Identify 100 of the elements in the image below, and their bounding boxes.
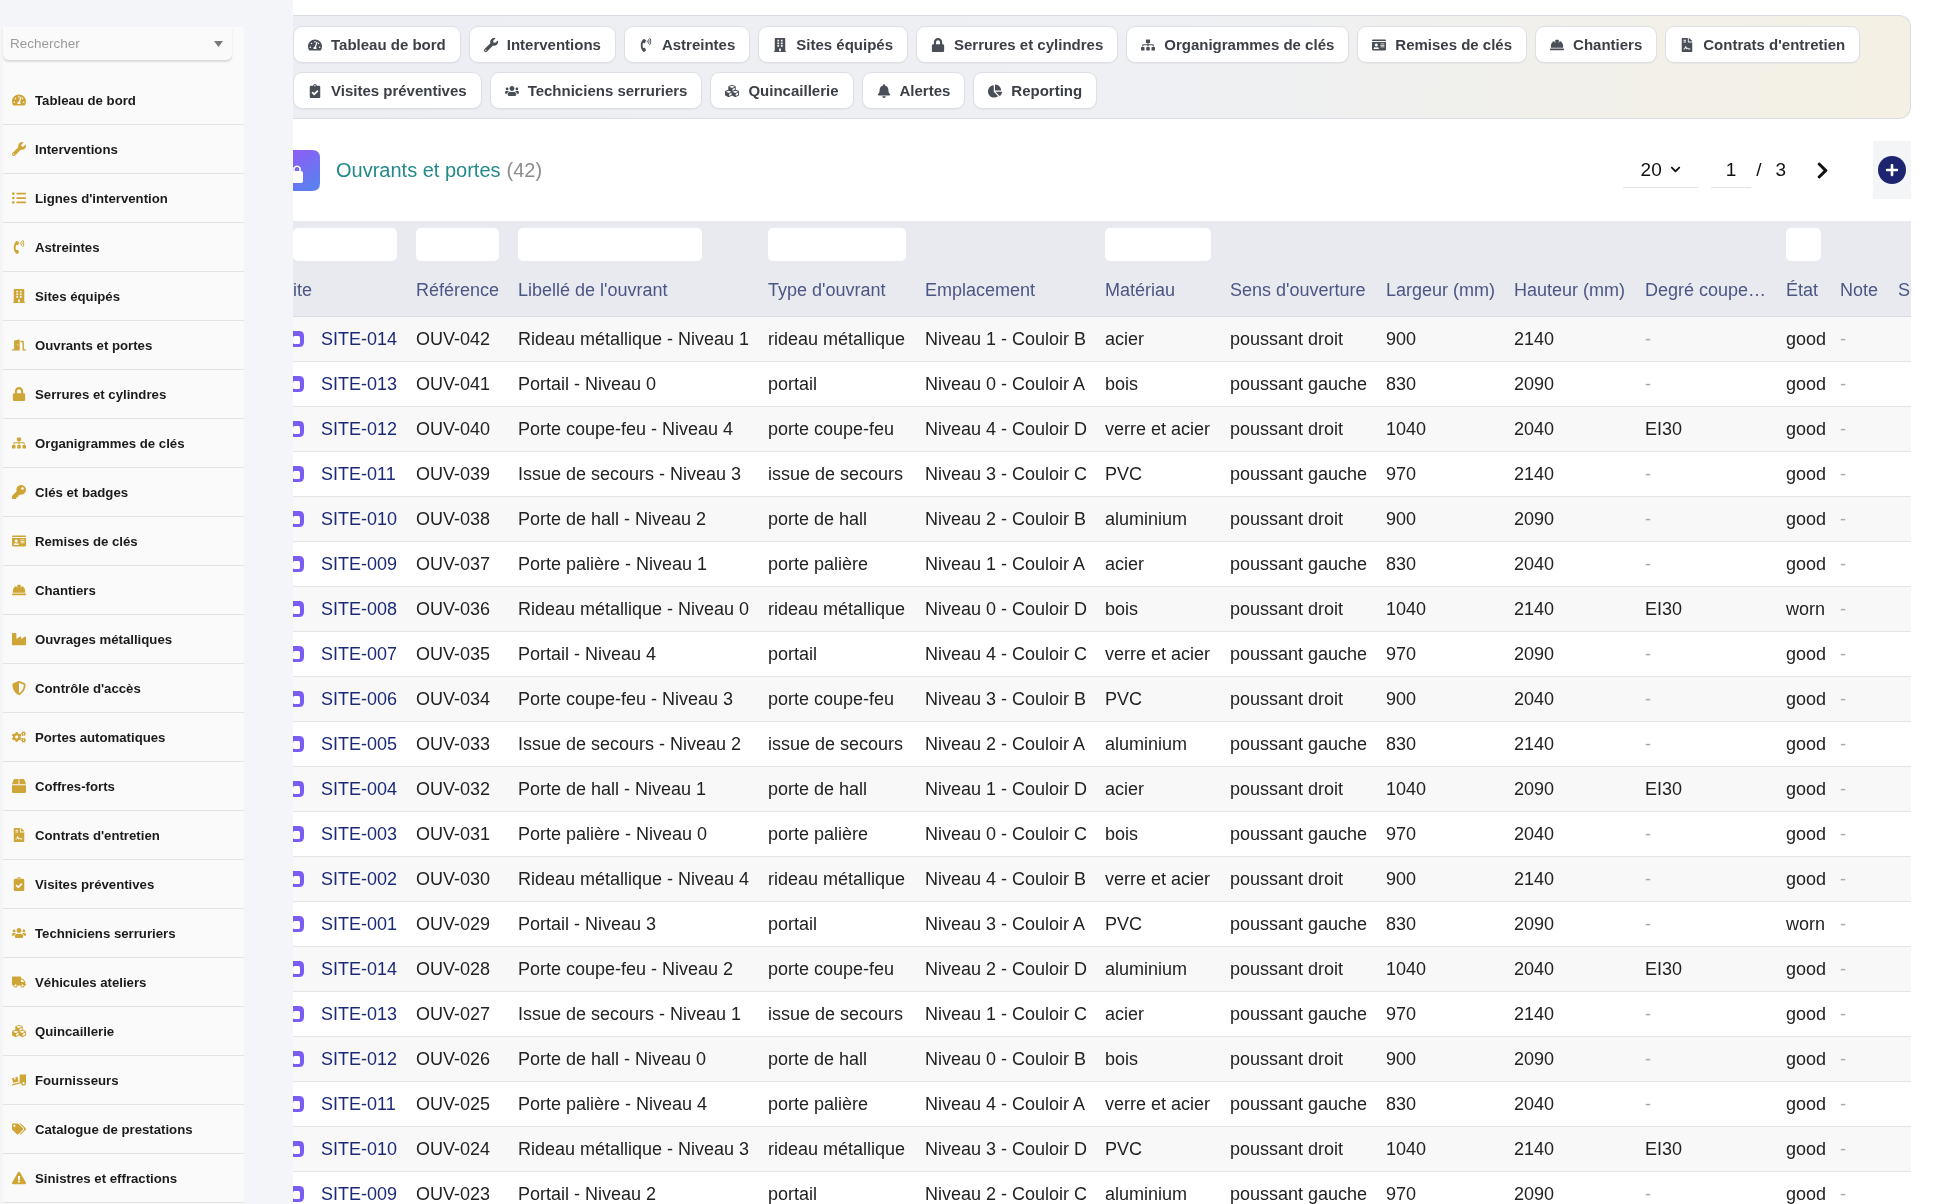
sidebar-item[interactable]: Remises de clés bbox=[3, 517, 244, 566]
site-link[interactable]: SITE-012 bbox=[321, 420, 398, 438]
table-cell: Niveau 0 - Couloir C bbox=[925, 825, 1088, 843]
table-cell: - bbox=[1840, 420, 1846, 438]
nav-tab[interactable]: Organigrammes de clés bbox=[1126, 26, 1350, 63]
table-cell: good bbox=[1786, 735, 1827, 753]
sidebar-item[interactable]: Chantiers bbox=[3, 566, 244, 615]
sidebar-item[interactable]: Serrures et cylindres bbox=[3, 370, 244, 419]
nav-tab[interactable]: Reporting bbox=[973, 72, 1098, 109]
nav-tab[interactable]: Quincaillerie bbox=[710, 72, 854, 109]
table-cell: - bbox=[1645, 735, 1651, 753]
table-cell: bois bbox=[1105, 600, 1139, 618]
table-cell: aluminium bbox=[1105, 960, 1188, 978]
table-cell: - bbox=[1840, 690, 1846, 708]
column-header: Degré coupe… bbox=[1645, 279, 1767, 301]
sidebar-item[interactable]: Lignes d'intervention bbox=[3, 174, 244, 223]
table-cell: good bbox=[1786, 375, 1827, 393]
site-link[interactable]: SITE-001 bbox=[321, 915, 398, 933]
sidebar-item[interactable]: Coffres-forts bbox=[3, 762, 244, 811]
sidebar-item[interactable]: Sinistres et effractions bbox=[3, 1154, 244, 1203]
column-header: État bbox=[1786, 279, 1819, 301]
table-cell: - bbox=[1645, 645, 1651, 663]
site-link[interactable]: SITE-014 bbox=[321, 960, 398, 978]
site-link[interactable]: SITE-002 bbox=[321, 870, 398, 888]
site-link[interactable]: SITE-014 bbox=[321, 330, 398, 348]
nav-tab[interactable]: Serrures et cylindres bbox=[916, 26, 1119, 63]
table-cell: 830 bbox=[1386, 735, 1417, 753]
table-cell: 900 bbox=[1386, 510, 1417, 528]
nav-tab[interactable]: Remises de clés bbox=[1357, 26, 1528, 63]
nav-tab[interactable]: Tableau de bord bbox=[293, 26, 461, 63]
sidebar-item[interactable]: Contrôle d'accès bbox=[3, 664, 244, 713]
caret-icon[interactable] bbox=[214, 41, 223, 47]
sidebar-item[interactable]: Catalogue de prestations bbox=[3, 1105, 244, 1154]
site-link[interactable]: SITE-007 bbox=[321, 645, 398, 663]
sidebar-item[interactable]: Techniciens serruriers bbox=[3, 909, 244, 958]
sidebar-item[interactable]: Tableau de bord bbox=[3, 76, 244, 125]
table-cell: poussant droit bbox=[1230, 510, 1344, 528]
search-field[interactable]: Rechercher bbox=[3, 27, 232, 60]
table-cell: PVC bbox=[1105, 690, 1142, 708]
page-input[interactable]: 1 bbox=[1711, 152, 1752, 188]
sidebar-item[interactable]: Contrats d'entretien bbox=[3, 811, 244, 860]
site-link[interactable]: SITE-006 bbox=[321, 690, 398, 708]
sidebar-item[interactable]: Quincaillerie bbox=[3, 1007, 244, 1056]
nav-tab[interactable]: Visites préventives bbox=[293, 72, 482, 109]
nav-tab[interactable]: Chantiers bbox=[1535, 26, 1658, 63]
sidebar-item[interactable]: Fournisseurs bbox=[3, 1056, 244, 1105]
site-link[interactable]: SITE-012 bbox=[321, 1050, 398, 1068]
table-cell: OUV-025 bbox=[416, 1095, 491, 1113]
sidebar-item[interactable]: Interventions bbox=[3, 125, 244, 174]
total-pages: 3 bbox=[1775, 159, 1786, 181]
nav-tab[interactable]: Astreintes bbox=[623, 26, 751, 63]
table-cell: poussant gauche bbox=[1230, 375, 1368, 393]
table-cell: poussant gauche bbox=[1230, 1185, 1368, 1203]
nav-tab[interactable]: Alertes bbox=[861, 72, 966, 109]
site-link[interactable]: SITE-013 bbox=[321, 375, 398, 393]
nav-tab[interactable]: Techniciens serruriers bbox=[489, 72, 703, 109]
site-link[interactable]: SITE-011 bbox=[321, 1095, 396, 1113]
table-cell: porte palière bbox=[768, 555, 869, 573]
table-cell: 2040 bbox=[1514, 690, 1555, 708]
nav-tab[interactable]: Interventions bbox=[468, 26, 616, 63]
site-link[interactable]: SITE-009 bbox=[321, 555, 398, 573]
table-cell: rideau métallique bbox=[768, 330, 906, 348]
table-cell: 900 bbox=[1386, 690, 1417, 708]
nav-tab[interactable]: Sites équipés bbox=[758, 26, 908, 63]
table-cell: EI30 bbox=[1645, 780, 1683, 798]
table-cell: poussant droit bbox=[1230, 870, 1344, 888]
table-cell: Niveau 0 - Couloir A bbox=[925, 375, 1086, 393]
sidebar-item[interactable]: Sites équipés bbox=[3, 272, 244, 321]
site-link[interactable]: SITE-004 bbox=[321, 780, 398, 798]
table-cell: 2140 bbox=[1514, 1140, 1555, 1158]
page-size-select[interactable]: 20 bbox=[1623, 152, 1699, 188]
table-cell: - bbox=[1840, 375, 1846, 393]
site-link[interactable]: SITE-008 bbox=[321, 600, 398, 618]
sidebar-item[interactable]: Ouvrants et portes bbox=[3, 321, 244, 370]
add-button[interactable] bbox=[1878, 156, 1906, 184]
sidebar-item[interactable]: Véhicules ateliers bbox=[3, 958, 244, 1007]
sidebar-item[interactable]: Astreintes bbox=[3, 223, 244, 272]
site-link[interactable]: SITE-003 bbox=[321, 825, 398, 843]
table-cell: OUV-039 bbox=[416, 465, 491, 483]
table-cell: poussant droit bbox=[1230, 690, 1344, 708]
sidebar-item[interactable]: Portes automatiques bbox=[3, 713, 244, 762]
nav-tab[interactable]: Contrats d'entretien bbox=[1665, 26, 1861, 63]
table-cell: 970 bbox=[1386, 465, 1417, 483]
table-cell: Porte de hall - Niveau 0 bbox=[518, 1050, 707, 1068]
site-link[interactable]: SITE-010 bbox=[321, 510, 398, 528]
sidebar-item[interactable]: Organigrammes de clés bbox=[3, 419, 244, 468]
table-cell: rideau métallique bbox=[768, 600, 906, 618]
site-link[interactable]: SITE-005 bbox=[321, 735, 398, 753]
truck-loading-icon bbox=[12, 1073, 26, 1087]
sidebar-item[interactable]: Visites préventives bbox=[3, 860, 244, 909]
site-link[interactable]: SITE-013 bbox=[321, 1005, 398, 1023]
table-cell: Niveau 2 - Couloir C bbox=[925, 1185, 1088, 1203]
table-cell: OUV-032 bbox=[416, 780, 491, 798]
site-link[interactable]: SITE-011 bbox=[321, 465, 396, 483]
table-cell: 2140 bbox=[1514, 465, 1555, 483]
phone-icon bbox=[12, 240, 26, 254]
site-link[interactable]: SITE-010 bbox=[321, 1140, 398, 1158]
sidebar-item[interactable]: Ouvrages métalliques bbox=[3, 615, 244, 664]
site-link[interactable]: SITE-009 bbox=[321, 1185, 398, 1203]
sidebar-item[interactable]: Clés et badges bbox=[3, 468, 244, 517]
